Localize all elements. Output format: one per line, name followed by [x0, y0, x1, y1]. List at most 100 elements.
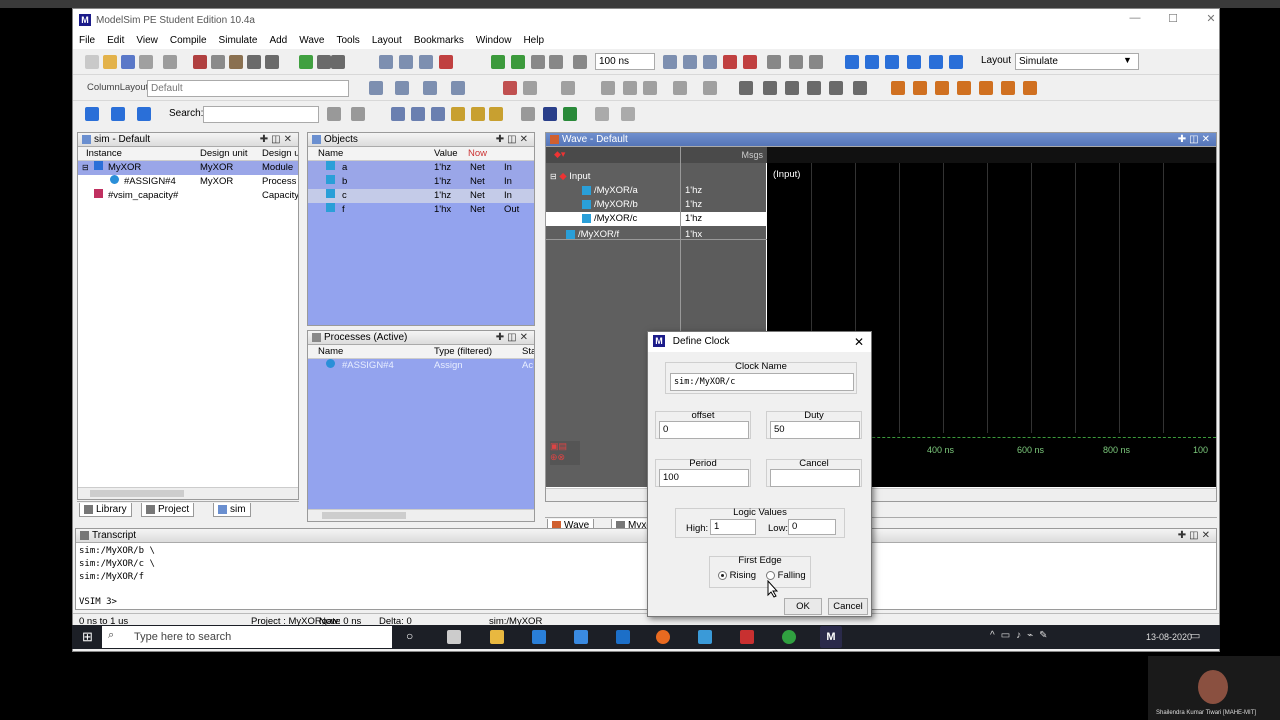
menu-add[interactable]: Add: [269, 35, 287, 46]
cancel-button[interactable]: Cancel: [828, 598, 868, 615]
run-icon[interactable]: [511, 55, 525, 69]
column-layout-dropdown[interactable]: Default: [147, 80, 349, 97]
file-explorer-icon[interactable]: [490, 630, 504, 644]
duty-input[interactable]: 50: [770, 421, 860, 439]
find-icon[interactable]: [317, 55, 331, 69]
chrome-icon[interactable]: [782, 630, 796, 644]
high-input[interactable]: 1: [710, 519, 756, 535]
column-instance[interactable]: Instance: [86, 147, 122, 161]
run-all-icon[interactable]: [703, 55, 717, 69]
column-now[interactable]: Now: [468, 147, 487, 161]
menu-compile[interactable]: Compile: [170, 35, 207, 46]
menu-bookmarks[interactable]: Bookmarks: [414, 35, 464, 46]
chevron-down-icon[interactable]: ▼: [1123, 55, 1132, 65]
restart-icon[interactable]: [573, 55, 587, 69]
compile-icon[interactable]: [299, 55, 313, 69]
modelsim-taskbar-icon[interactable]: M: [820, 626, 842, 648]
app-icon-2[interactable]: [740, 630, 754, 644]
dialog-close-button[interactable]: ✕: [854, 332, 864, 352]
down-arrow-icon[interactable]: [845, 55, 859, 69]
continue-icon[interactable]: [683, 55, 697, 69]
offset-input[interactable]: 0: [659, 421, 749, 439]
edge-browser-icon[interactable]: [532, 630, 546, 644]
table-row[interactable]: f 1'hx Net Out: [308, 203, 534, 217]
column-name[interactable]: Name: [318, 345, 343, 359]
zoom-in-icon[interactable]: [391, 107, 405, 121]
firefox-icon[interactable]: [656, 630, 670, 644]
column-value[interactable]: Value: [434, 147, 458, 161]
panel-controls[interactable]: ✚◫✕: [496, 133, 531, 147]
cancel-time-input[interactable]: [770, 469, 860, 487]
column-state[interactable]: Sta: [522, 345, 534, 359]
app-icon[interactable]: [698, 630, 712, 644]
step-into-icon[interactable]: [767, 55, 781, 69]
wave-add-icon[interactable]: [369, 81, 383, 95]
menu-view[interactable]: View: [136, 35, 158, 46]
insert-cursor-icon[interactable]: [521, 107, 535, 121]
taskbar-search-box[interactable]: ⌕ Type here to search: [102, 626, 392, 648]
stop-icon[interactable]: [743, 55, 757, 69]
cut-icon[interactable]: [193, 55, 207, 69]
break-icon[interactable]: [723, 55, 737, 69]
menu-help[interactable]: Help: [523, 35, 544, 46]
wave-cut-icon[interactable]: [523, 81, 537, 95]
wave-signal-row[interactable]: /MyXOR/b: [582, 199, 638, 210]
step-out-icon[interactable]: [137, 107, 151, 121]
step-icon[interactable]: [491, 55, 505, 69]
measure-icon[interactable]: [853, 81, 867, 95]
menu-tools[interactable]: Tools: [336, 35, 359, 46]
search-input[interactable]: [203, 106, 319, 123]
cursor-mode-icon[interactable]: [829, 81, 843, 95]
collapse-icon[interactable]: ⊟: [550, 172, 557, 181]
windows-start-icon[interactable]: ⊞: [82, 629, 93, 645]
next-edge-icon[interactable]: [935, 81, 949, 95]
up-arrow-icon[interactable]: [949, 55, 963, 69]
reload-icon[interactable]: [139, 55, 153, 69]
zoom-full-icon[interactable]: [431, 107, 445, 121]
system-tray-icons[interactable]: ^▭♪⌁✎: [990, 630, 1054, 641]
pointer-icon[interactable]: [739, 81, 753, 95]
table-row[interactable]: c 1'hz Net In: [308, 189, 534, 203]
menu-edit[interactable]: Edit: [107, 35, 124, 46]
hand-icon[interactable]: [809, 55, 823, 69]
cortana-icon[interactable]: ○: [406, 629, 413, 643]
sim-hscrollbar[interactable]: [78, 487, 298, 499]
table-row[interactable]: a 1'hz Net In: [308, 161, 534, 175]
task-view-icon[interactable]: [447, 630, 461, 644]
processes-hscrollbar[interactable]: [308, 509, 534, 521]
list-icon[interactable]: [379, 55, 393, 69]
collapse-icon[interactable]: ⊟: [82, 161, 89, 175]
store-icon[interactable]: [574, 630, 588, 644]
wave-pattern-icon[interactable]: [673, 81, 687, 95]
panel-controls[interactable]: ✚◫✕: [1178, 529, 1213, 543]
save-icon[interactable]: [121, 55, 135, 69]
column-name[interactable]: Name: [318, 147, 343, 161]
grid-icon[interactable]: [419, 55, 433, 69]
wave-signal-row[interactable]: /MyXOR/a: [582, 185, 638, 196]
wave-mask-icon[interactable]: [643, 81, 657, 95]
step-forward-icon[interactable]: [85, 107, 99, 121]
mail-icon[interactable]: [616, 630, 630, 644]
menu-layout[interactable]: Layout: [372, 35, 402, 46]
rotate-icon[interactable]: [865, 55, 879, 69]
table-row[interactable]: ⊟ MyXOR MyXOR Module: [78, 161, 298, 175]
zoom-out-icon[interactable]: [411, 107, 425, 121]
edge-step-icon[interactable]: [1001, 81, 1015, 95]
table-icon[interactable]: [399, 55, 413, 69]
panel-controls[interactable]: ✚◫✕: [496, 331, 531, 345]
merge-icon[interactable]: [907, 55, 921, 69]
lock-cursor-icon[interactable]: [563, 107, 577, 121]
wave-draw-icon[interactable]: [703, 81, 717, 95]
zoom-range-icon[interactable]: [471, 107, 485, 121]
expand-icon[interactable]: [929, 55, 943, 69]
column-type[interactable]: Type (filtered): [434, 345, 492, 359]
forward-arrow-icon[interactable]: [549, 55, 563, 69]
menu-simulate[interactable]: Simulate: [219, 35, 258, 46]
wave-mark-icon[interactable]: [623, 81, 637, 95]
clock-name-input[interactable]: sim:/MyXOR/c: [670, 373, 854, 391]
column-design-unit[interactable]: Design unit: [200, 147, 248, 161]
open-folder-icon[interactable]: [103, 55, 117, 69]
wave-group-icon[interactable]: [395, 81, 409, 95]
minimize-button[interactable]: —: [1125, 12, 1145, 28]
table-row[interactable]: #ASSIGN#4 Assign Ac: [308, 359, 534, 373]
